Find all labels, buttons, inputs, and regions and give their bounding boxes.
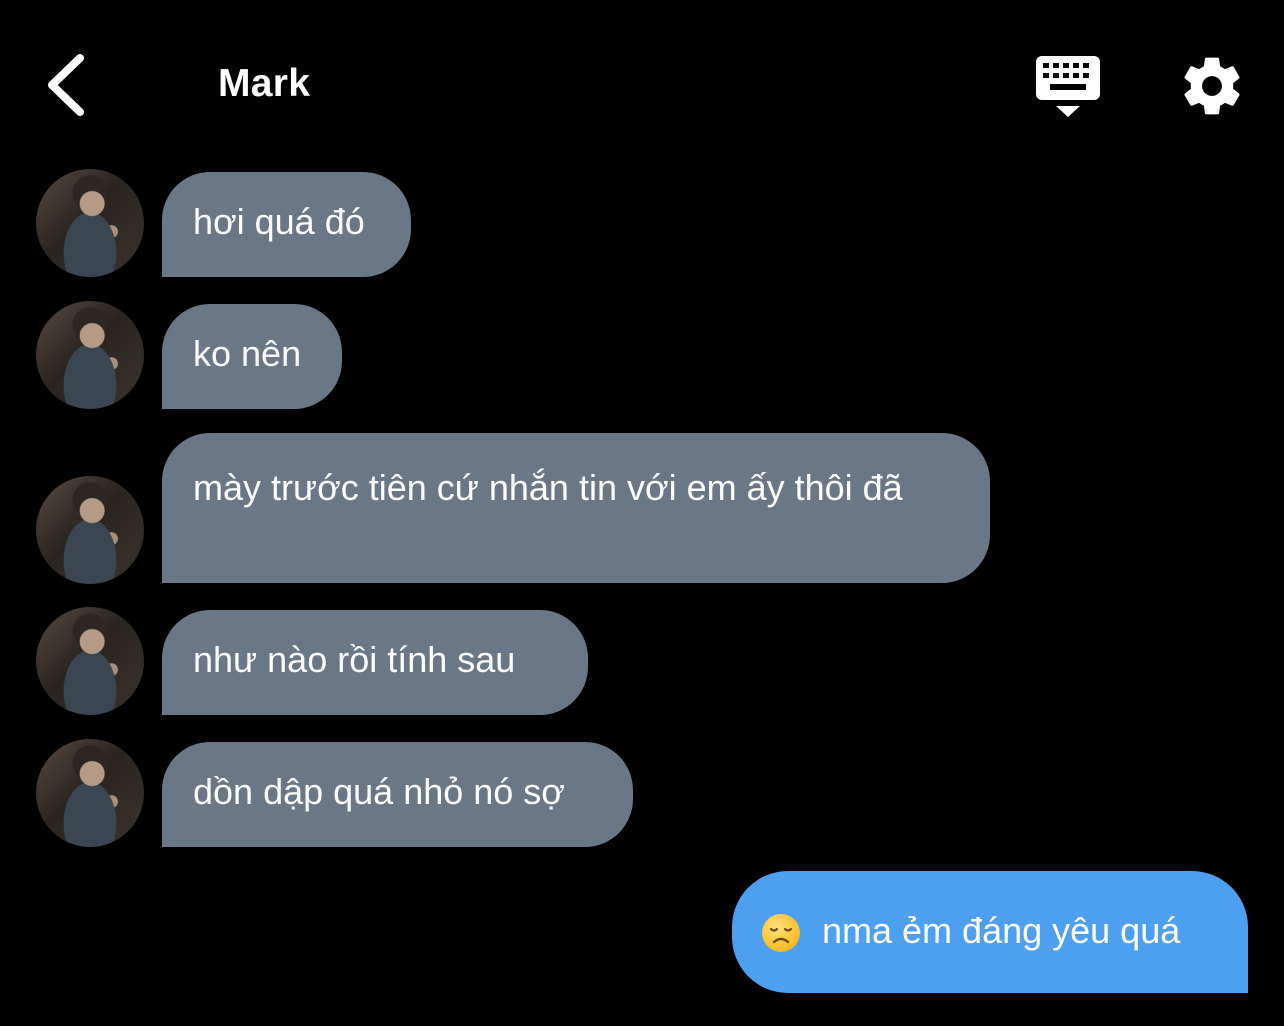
incoming-message-bubble[interactable]: hơi quá đó — [162, 172, 411, 277]
back-button[interactable] — [40, 50, 100, 120]
incoming-message-bubble[interactable]: như nào rồi tính sau — [162, 610, 588, 715]
settings-button[interactable] — [1178, 52, 1246, 120]
gear-icon — [1184, 57, 1240, 115]
message-text: ko nên — [193, 333, 302, 374]
avatar[interactable] — [36, 169, 144, 277]
keyboard-toggle-button[interactable] — [1034, 54, 1102, 120]
chat-header: Mark — [0, 0, 1284, 160]
contact-name: Mark — [218, 62, 311, 105]
avatar[interactable] — [36, 739, 144, 847]
incoming-message-bubble[interactable]: ko nên — [162, 304, 342, 409]
incoming-message-bubble[interactable]: dồn dập quá nhỏ nó sợ — [162, 742, 633, 847]
disappointed-face-emoji — [762, 914, 800, 952]
message-text: mày trước tiên cứ nhắn tin với em ấy thô… — [193, 467, 903, 508]
message-text: nma ẻm đáng yêu quá — [822, 910, 1181, 951]
message-text: hơi quá đó — [193, 201, 365, 242]
chevron-left-icon — [48, 54, 84, 116]
message-text: dồn dập quá nhỏ nó sợ — [193, 771, 565, 812]
incoming-message-bubble[interactable]: mày trước tiên cứ nhắn tin với em ấy thô… — [162, 433, 990, 583]
message-text: như nào rồi tính sau — [193, 639, 516, 680]
avatar[interactable] — [36, 476, 144, 584]
avatar[interactable] — [36, 301, 144, 409]
keyboard-hide-icon — [1036, 56, 1100, 117]
avatar[interactable] — [36, 607, 144, 715]
outgoing-message-bubble[interactable]: nma ẻm đáng yêu quá — [732, 871, 1248, 993]
